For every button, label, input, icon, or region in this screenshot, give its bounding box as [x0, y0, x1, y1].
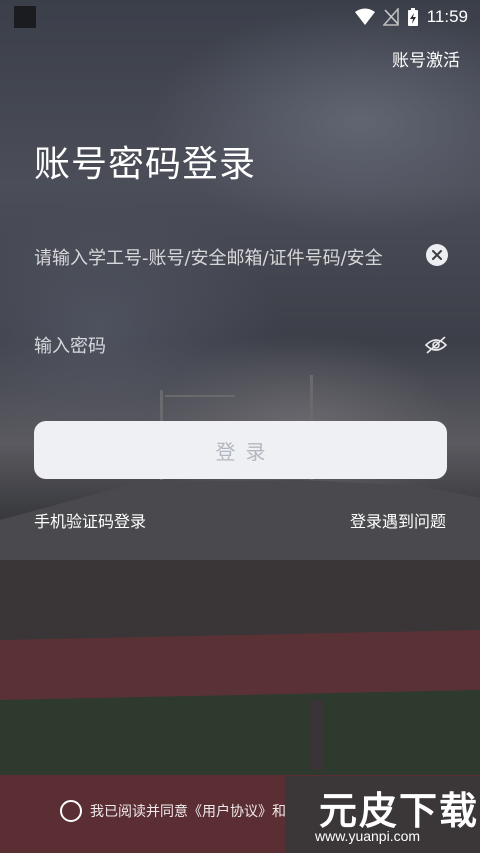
- activate-account-link[interactable]: 账号激活: [392, 46, 460, 71]
- account-field: [34, 240, 448, 278]
- status-icons: 11:59: [354, 4, 468, 30]
- watermark-url: www.yuanpi.com: [315, 828, 421, 844]
- toggle-password-visibility-button[interactable]: [424, 334, 448, 360]
- sms-login-link[interactable]: 手机验证码登录: [34, 508, 146, 532]
- clear-input-button[interactable]: [426, 244, 448, 266]
- agreement-checkbox[interactable]: [60, 800, 82, 822]
- status-bar: 11:59: [0, 0, 480, 34]
- agreement-row: 我已阅读并同意《用户协议》和: [60, 800, 286, 822]
- app-notification-icon: [14, 6, 36, 28]
- eye-off-icon: [424, 336, 448, 354]
- page-title: 账号密码登录: [34, 144, 257, 185]
- close-icon: [432, 250, 442, 260]
- watermark-logo: 元皮下载: [319, 789, 480, 833]
- password-input[interactable]: [34, 328, 424, 364]
- login-problem-link[interactable]: 登录遇到问题: [350, 508, 446, 532]
- status-time: 11:59: [426, 7, 468, 26]
- battery-charging-icon: [407, 8, 418, 26]
- login-button[interactable]: 登录: [34, 421, 447, 479]
- password-field: [34, 328, 448, 366]
- watermark: 元皮下载 www.yuanpi.com: [285, 776, 480, 853]
- wifi-icon: [354, 8, 375, 25]
- agreement-text: 我已阅读并同意《用户协议》和: [90, 804, 286, 820]
- account-input[interactable]: [34, 240, 424, 276]
- no-signal-icon: [382, 8, 399, 26]
